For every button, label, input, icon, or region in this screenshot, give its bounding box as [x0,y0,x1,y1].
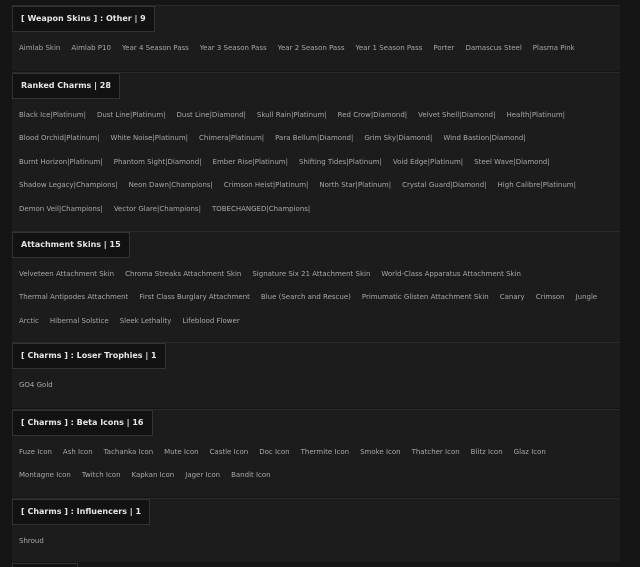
item-primumatic-glisten-attachment-skin[interactable]: Primumatic Glisten Attachment Skin [362,286,489,309]
item-crystal-guard-diamond[interactable]: Crystal Guard|Diamond| [402,174,486,197]
item-shroud[interactable]: Shroud [19,530,44,553]
item-year-1-season-pass[interactable]: Year 1 Season Pass [356,37,423,60]
item-phantom-sight-diamond[interactable]: Phantom Sight|Diamond| [114,151,202,174]
item-crimson-heist-platinum[interactable]: Crimson Heist|Platinum| [224,174,309,197]
section-charms-influencers-1: [ Charms ] : Influencers | 1 Shroud [12,498,620,562]
item-kapkan-icon[interactable]: Kapkan Icon [132,464,175,487]
item-list: Black Ice|Platinum| Dust Line|Platinum| Du… [12,99,620,221]
item-shifting-tides-platinum[interactable]: Shifting Tides|Platinum| [299,151,382,174]
item-go4-gold[interactable]: GO4 Gold [19,374,53,397]
item-dust-line-diamond[interactable]: Dust Line|Diamond| [177,104,246,127]
item-ember-rise-platinum[interactable]: Ember Rise|Platinum| [213,151,288,174]
item-aimlab-p10[interactable]: Aimlab P10 [71,37,111,60]
item-high-calibre-platinum[interactable]: High Calibre|Platinum| [498,174,576,197]
item-vector-glare-champions[interactable]: Vector Glare|Champions| [114,198,201,221]
item-chimera-platinum[interactable]: Chimera|Platinum| [199,127,264,150]
item-demon-veil-champions[interactable]: Demon Veil|Champions| [19,198,103,221]
item-jungle[interactable]: Jungle [576,286,598,309]
item-sleek-lethality[interactable]: Sleek Lethality [120,310,172,333]
section-title: Ranked Charms | 28 [12,73,120,99]
item-north-star-platinum[interactable]: North Star|Platinum| [319,174,391,197]
item-first-class-burglary-attachment[interactable]: First Class Burglary Attachment [139,286,250,309]
item-ash-icon[interactable]: Ash Icon [63,441,93,464]
item-hibernal-solstice[interactable]: Hibernal Solstice [50,310,109,333]
item-blood-orchid-platinum[interactable]: Blood Orchid|Platinum| [19,127,99,150]
item-bandit-icon[interactable]: Bandit Icon [231,464,271,487]
item-world-class-apparatus-attachment-skin[interactable]: World-Class Apparatus Attachment Skin [381,263,521,286]
section-weapon-skins-other-9: [ Weapon Skins ] : Other | 9 Aimlab Skin A… [12,5,620,71]
item-year-3-season-pass[interactable]: Year 3 Season Pass [200,37,267,60]
item-para-bellum-diamond[interactable]: Para Bellum|Diamond| [275,127,353,150]
item-list: Aimlab Skin Aimlab P10 Year 4 Season Pass Y… [12,32,620,60]
inventory-page: [ Weapon Skins ] : Other | 9 Aimlab Skin A… [0,0,640,567]
item-health-platinum[interactable]: Health|Platinum| [506,104,565,127]
item-thatcher-icon[interactable]: Thatcher Icon [412,441,460,464]
item-aimlab-skin[interactable]: Aimlab Skin [19,37,60,60]
item-glaz-icon[interactable]: Glaz Icon [514,441,546,464]
item-burnt-horizon-platinum[interactable]: Burnt Horizon|Platinum| [19,151,103,174]
section-title: [ Weapon Skins ] : Other | 9 [12,6,155,32]
item-list: Shroud [12,525,620,553]
section-charms-loser-trophies-1: [ Charms ] : Loser Trophies | 1 GO4 Gold [12,342,620,408]
item-black-ice-platinum[interactable]: Black Ice|Platinum| [19,104,86,127]
item-year-2-season-pass[interactable]: Year 2 Season Pass [278,37,345,60]
item-jager-icon[interactable]: Jager Icon [185,464,220,487]
item-list: Fuze Icon Ash Icon Tachanka Icon Mute Icon C… [12,436,620,488]
item-shadow-legacy-champions[interactable]: Shadow Legacy|Champions| [19,174,118,197]
item-tobechanged-champions[interactable]: TOBECHANGED|Champions| [212,198,310,221]
item-neon-dawn-champions[interactable]: Neon Dawn|Champions| [129,174,213,197]
item-blue-search-and-rescue[interactable]: Blue (Search and Rescue) [261,286,351,309]
item-signature-six-21-attachment-skin[interactable]: Signature Six 21 Attachment Skin [252,263,370,286]
item-smoke-icon[interactable]: Smoke Icon [360,441,401,464]
item-plasma-pink[interactable]: Plasma Pink [533,37,575,60]
item-fuze-icon[interactable]: Fuze Icon [19,441,52,464]
item-blitz-icon[interactable]: Blitz Icon [471,441,503,464]
item-skull-rain-platinum[interactable]: Skull Rain|Platinum| [257,104,327,127]
section-charms-beta-icons-16: [ Charms ] : Beta Icons | 16 Fuze Icon Ash… [12,409,620,497]
section-title: [ Charms ] : Influencers | 1 [12,499,151,525]
item-red-crow-diamond[interactable]: Red Crow|Diamond| [338,104,407,127]
section-title: [ Charms ] : Beta Icons | 16 [12,410,153,436]
item-thermal-antipodes-attachment[interactable]: Thermal Antipodes Attachment [19,286,128,309]
item-grim-sky-diamond[interactable]: Grim Sky|Diamond| [364,127,432,150]
next-section-header [12,563,78,567]
item-year-4-season-pass[interactable]: Year 4 Season Pass [122,37,189,60]
item-list: GO4 Gold [12,369,620,397]
section-ranked-charms-28: Ranked Charms | 28 Black Ice|Platinum| Dus… [12,72,620,231]
item-thermite-icon[interactable]: Thermite Icon [301,441,349,464]
item-porter[interactable]: Porter [433,37,454,60]
section-title: [ Charms ] : Loser Trophies | 1 [12,343,166,369]
item-damascus-steel[interactable]: Damascus Steel [465,37,521,60]
item-lifeblood-flower[interactable]: Lifeblood Flower [182,310,239,333]
item-velveteen-attachment-skin[interactable]: Velveteen Attachment Skin [19,263,114,286]
item-doc-icon[interactable]: Doc Icon [259,441,289,464]
item-montagne-icon[interactable]: Montagne Icon [19,464,71,487]
item-mute-icon[interactable]: Mute Icon [164,441,198,464]
item-dust-line-platinum[interactable]: Dust Line|Platinum| [97,104,166,127]
item-white-noise-platinum[interactable]: White Noise|Platinum| [110,127,188,150]
item-void-edge-platinum[interactable]: Void Edge|Platinum| [393,151,463,174]
item-canary[interactable]: Canary [500,286,525,309]
section-title: Attachment Skins | 15 [12,232,130,258]
item-arctic[interactable]: Arctic [19,310,39,333]
item-chroma-streaks-attachment-skin[interactable]: Chroma Streaks Attachment Skin [125,263,241,286]
item-steel-wave-diamond[interactable]: Steel Wave|Diamond| [474,151,550,174]
item-velvet-shell-diamond[interactable]: Velvet Shell|Diamond| [418,104,495,127]
item-wind-bastion-diamond[interactable]: Wind Bastion|Diamond| [443,127,525,150]
section-attachment-skins-15: Attachment Skins | 15 Velveteen Attachmen… [12,231,620,342]
item-tachanka-icon[interactable]: Tachanka Icon [104,441,154,464]
item-crimson[interactable]: Crimson [536,286,565,309]
item-castle-icon[interactable]: Castle Icon [210,441,249,464]
item-twitch-icon[interactable]: Twitch Icon [82,464,121,487]
item-list: Velveteen Attachment Skin Chroma Streaks … [12,258,620,333]
